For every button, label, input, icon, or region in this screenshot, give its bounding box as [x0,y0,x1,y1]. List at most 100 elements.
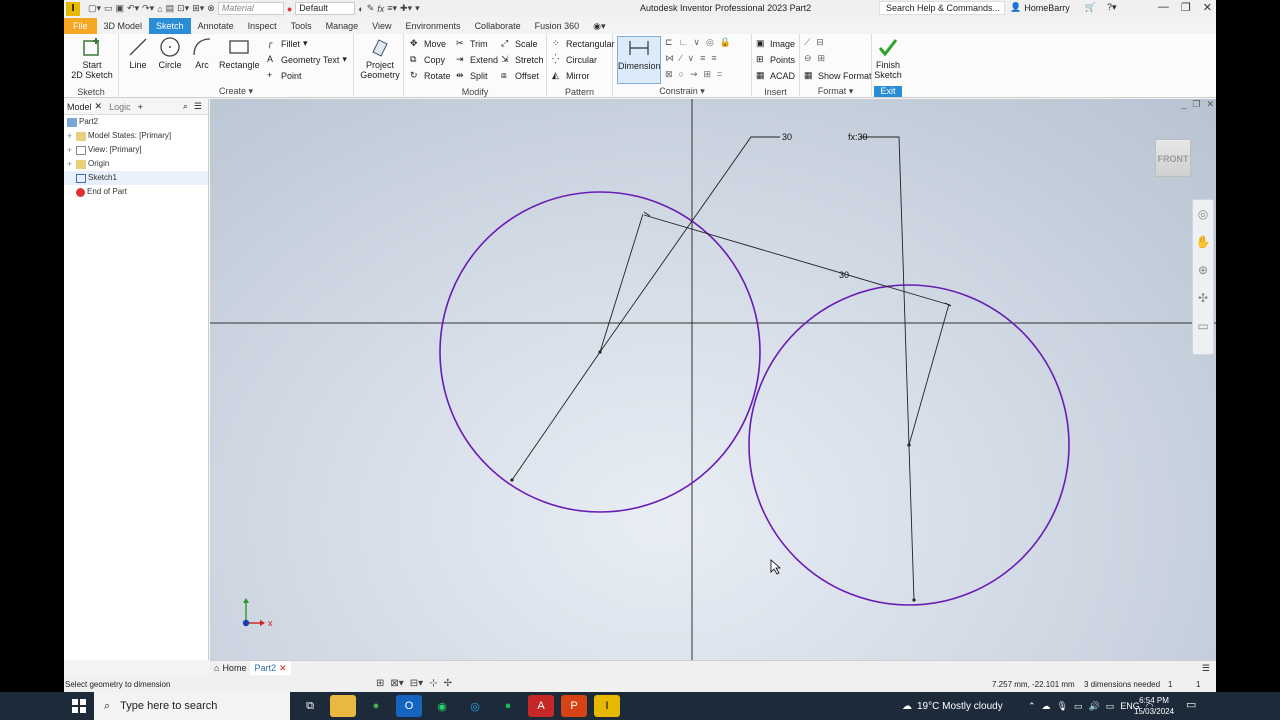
acrobat-icon[interactable]: A [528,695,554,717]
powerpoint-icon[interactable]: P [561,695,587,717]
line-button[interactable]: Line [123,36,153,70]
task-view-icon[interactable]: ⧉ [297,695,323,717]
browser-tab-logic[interactable]: Logic [106,102,134,112]
format-panel-label[interactable]: Format ▾ [800,86,871,97]
tray-expand-icon[interactable]: ⌃ [1028,701,1036,712]
browser-menu-icon[interactable]: ☰ [194,101,202,112]
degrees-of-freedom-icon[interactable]: ⊹ [429,678,437,689]
close-doc-icon[interactable]: ✕ [279,663,287,674]
acad-button[interactable]: ▦ ACAD [756,70,795,81]
canvas-close-icon[interactable]: ✕ [1206,99,1214,110]
fillet-button[interactable]: ╭ Fillet ▾ [267,38,308,49]
new-file-icon[interactable]: ▢▾ [88,3,101,14]
view-cube[interactable]: FRONT [1155,139,1191,177]
dimension-value-fx[interactable]: fx:30 [848,132,868,142]
tab-fusion-360[interactable]: Fusion 360 [528,18,587,34]
chrome-icon[interactable]: ● [363,695,389,717]
inventor-taskbar-icon[interactable]: I [594,695,620,717]
zoom-icon[interactable]: ⊕ [1193,256,1213,284]
circular-pattern-button[interactable]: ⁛ Circular [552,54,597,65]
help-icon[interactable]: ?▾ [1107,2,1117,13]
full-navigation-wheel-icon[interactable]: ◎ [1193,200,1213,228]
aligned-dimension-line[interactable] [643,214,951,306]
notification-icon[interactable]: ▭ [1186,698,1196,711]
taskbar-clock[interactable]: 6:54 PM 15/03/2024 [1134,695,1174,717]
show-constraints-icon[interactable]: ⊟▾ [410,678,423,689]
redo-icon[interactable]: ↷▾ [142,3,154,14]
snap-icon[interactable]: ✢ [444,678,452,689]
tab-collaborate[interactable]: Collaborate [468,18,528,34]
tree-item-model-states[interactable]: + Model States: [Primary] [64,129,208,143]
doc-tab-home[interactable]: ⌂ Home [210,661,250,675]
tab-file[interactable]: File [64,18,97,34]
cart-icon[interactable]: 🛒 [1085,2,1096,13]
outlook-icon[interactable]: O [396,695,422,717]
network-icon[interactable]: ▭ [1074,701,1083,712]
constrain-panel-label[interactable]: Constrain ▾ [613,86,751,97]
file-explorer-icon[interactable] [330,695,356,717]
pan-icon[interactable]: ✋ [1193,228,1213,256]
tree-item-end-of-part[interactable]: End of Part [64,185,208,199]
dimension-value-aligned[interactable]: 30 [839,270,849,280]
tab-view[interactable]: View [365,18,398,34]
constraint-icons-row-3[interactable]: ⊠○⇝⊞= [665,69,728,80]
split-button[interactable]: ⇹ Split [456,70,488,81]
look-at-icon[interactable]: ▭ [1193,312,1213,340]
points-button[interactable]: ⊞ Points [756,54,795,65]
extend-button[interactable]: ⇥ Extend [456,54,498,65]
clear-appearance-icon[interactable]: ⊗ [207,3,215,14]
weather-widget[interactable]: ☁ 19°C Mostly cloudy [902,692,1003,720]
color-override-icon[interactable]: ◐ [358,4,363,14]
home-icon[interactable]: ⌂ [157,4,162,14]
parameters-icon[interactable]: ≡▾ [387,3,397,14]
canvas-restore-icon[interactable]: ❐ [1192,99,1200,110]
measure-icon[interactable]: ⊞▾ [192,3,204,14]
format-icons-row-2[interactable]: ⊖⊞ [804,53,831,64]
inventor-app-icon[interactable]: I [66,1,80,16]
project-geometry-button[interactable]: Project Geometry [358,36,402,80]
select-icon[interactable]: ⊡▾ [177,3,189,14]
onedrive-icon[interactable]: ☁ [1042,701,1051,712]
close-tab-icon[interactable]: ✕ [95,101,103,112]
graphics-canvas[interactable]: 30 fx:30 30 _ ❐ ✕ FRONT ◎ ✋ ⊕ ✣ ▭ x [210,99,1216,660]
add-icon[interactable]: ✚▾ [400,3,412,14]
image-button[interactable]: ▣ Image [756,38,795,49]
constraint-icons-row-1[interactable]: ⊏∟∨◎🔒 [665,37,737,48]
rectangle-button[interactable]: Rectangle [219,36,260,70]
spotify-icon[interactable]: ● [495,695,521,717]
constraint-inference-icon[interactable]: ⊠▾ [390,678,403,689]
project-icon[interactable]: ▤ [166,3,175,14]
start-2d-sketch-button[interactable]: Start 2D Sketch [70,36,114,80]
windows-start-icon[interactable] [64,692,94,720]
copy-button[interactable]: ⧉ Copy [410,54,445,65]
doc-tab-part2[interactable]: Part2 ✕ [250,661,291,675]
whatsapp-icon[interactable]: ◉ [429,695,455,717]
geometry-text-button[interactable]: A Geometry Text ▾ [267,54,347,65]
tab-inspect[interactable]: Inspect [241,18,284,34]
stretch-button[interactable]: ⇲ Stretch [501,54,544,65]
edge-icon[interactable]: ◎ [462,695,488,717]
move-button[interactable]: ✥ Move [410,38,446,49]
ribbon-options-icon[interactable]: ◉▾ [586,18,612,34]
arc-button[interactable]: Arc [187,36,217,70]
scale-button[interactable]: ⤢ Scale [501,38,538,49]
browser-tab-model[interactable]: Model [64,101,95,112]
close-icon[interactable]: ✕ [1203,1,1212,14]
microphone-icon[interactable]: 🎙 [1057,701,1068,712]
help-search-input[interactable]: Search Help & Commands... [879,1,1005,15]
rectangular-pattern-button[interactable]: ⁘ Rectangular [552,38,615,49]
undo-icon[interactable]: ↶▾ [127,3,139,14]
left-radius-lines[interactable] [511,213,644,481]
doc-menu-icon[interactable]: ☰ [1202,663,1210,674]
tab-annotate[interactable]: Annotate [191,18,241,34]
dimension-value-top[interactable]: 30 [782,132,792,142]
add-tab-icon[interactable]: + [138,102,143,112]
circle-button[interactable]: Circle [155,36,185,70]
minimize-icon[interactable]: — [1158,1,1169,14]
sketch-geometry[interactable]: 30 fx:30 30 [210,99,1216,660]
user-account[interactable]: 👤 HomeBarry 🛒 ?▾ [1010,2,1116,13]
right-radius-line[interactable] [908,303,950,446]
mirror-button[interactable]: ◭ Mirror [552,70,590,81]
battery-icon[interactable]: ▭ [1106,701,1115,712]
appearance-dropdown[interactable]: Default [295,2,356,15]
